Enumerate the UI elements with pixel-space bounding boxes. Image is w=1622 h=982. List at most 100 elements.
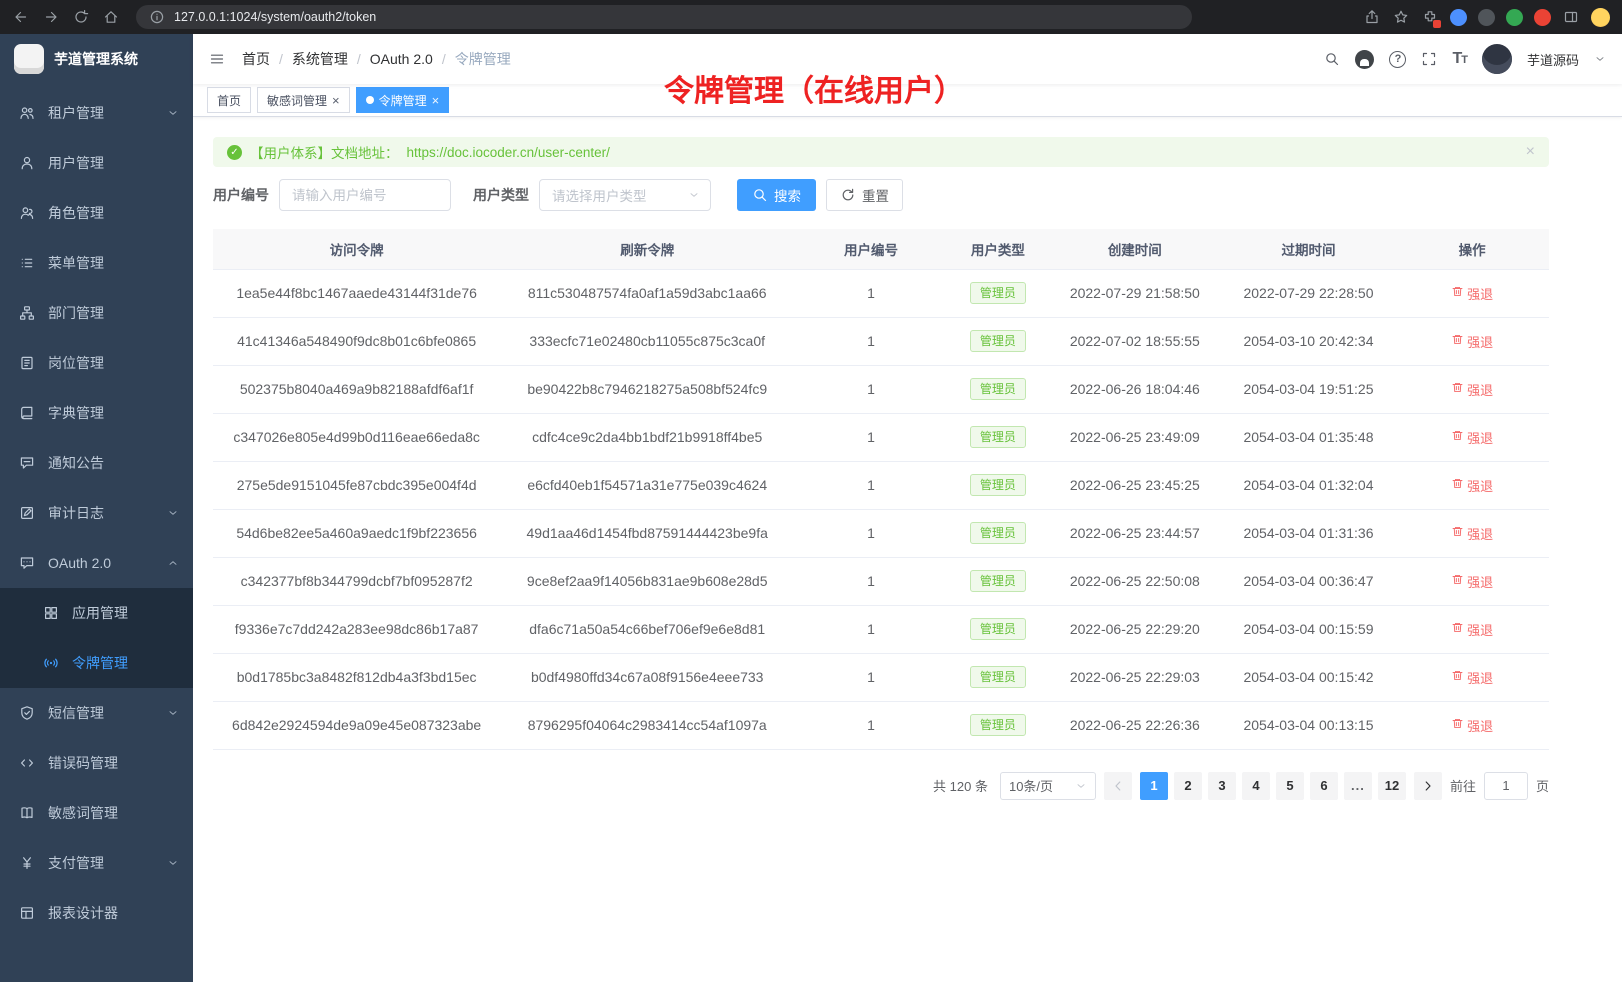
search-icon[interactable] — [1324, 51, 1340, 67]
sidebar-item-dept[interactable]: 部门管理 — [0, 288, 193, 338]
sidebar-item-oauth2-application[interactable]: 应用管理 — [0, 588, 193, 638]
force-logout-button[interactable]: 强退 — [1451, 620, 1493, 639]
user-id-cell: 1 — [794, 701, 948, 749]
github-icon[interactable] — [1355, 50, 1374, 69]
trash-icon — [1451, 669, 1464, 685]
app-logo-row[interactable]: 芋道管理系统 — [0, 34, 193, 84]
sidebar-item-oauth2[interactable]: OAuth 2.0 — [0, 538, 193, 588]
sidebar-item-dict[interactable]: 字典管理 — [0, 388, 193, 438]
user-id-input[interactable] — [279, 179, 451, 211]
extension-red-icon[interactable] — [1534, 9, 1551, 26]
extension-badge-icon[interactable] — [1421, 8, 1439, 26]
font-size-icon[interactable]: TT — [1452, 50, 1467, 68]
sidebar-item-role[interactable]: 角色管理 — [0, 188, 193, 238]
prev-page-button[interactable] — [1104, 772, 1132, 800]
force-logout-button[interactable]: 强退 — [1451, 572, 1493, 591]
bookmark-star-icon[interactable] — [1392, 8, 1410, 26]
force-logout-button[interactable]: 强退 — [1451, 716, 1493, 735]
breadcrumb-item[interactable]: OAuth 2.0 — [370, 51, 433, 67]
pagination-more-icon[interactable]: ... — [1344, 772, 1372, 800]
extension-green-icon[interactable] — [1506, 9, 1523, 26]
sidebar-item-sms[interactable]: 短信管理 — [0, 688, 193, 738]
breadcrumb-item[interactable]: 首页 — [242, 49, 270, 69]
address-bar[interactable]: 127.0.0.1:1024/system/oauth2/token — [136, 5, 1192, 29]
extension-dark-icon[interactable] — [1478, 9, 1495, 26]
pagination-page-2[interactable]: 2 — [1174, 772, 1202, 800]
browser-forward-icon[interactable] — [42, 8, 60, 26]
tab-home[interactable]: 首页 — [207, 87, 251, 113]
browser-back-icon[interactable] — [12, 8, 30, 26]
force-logout-button[interactable]: 强退 — [1451, 332, 1493, 351]
force-logout-button[interactable]: 强退 — [1451, 524, 1493, 543]
column-header: 用户类型 — [948, 229, 1048, 269]
browser-chrome: 127.0.0.1:1024/system/oauth2/token — [0, 0, 1622, 34]
force-logout-button[interactable]: 强退 — [1451, 476, 1493, 495]
next-page-button[interactable] — [1414, 772, 1442, 800]
doc-link[interactable]: https://doc.iocoder.cn/user-center/ — [407, 145, 610, 160]
search-button[interactable]: 搜索 — [737, 179, 816, 211]
pagination-page-5[interactable]: 5 — [1276, 772, 1304, 800]
alert-close-icon[interactable]: × — [1526, 144, 1535, 160]
user-type-cell: 管理员 — [948, 317, 1048, 365]
app-icon — [43, 605, 59, 621]
user-avatar[interactable] — [1482, 44, 1512, 74]
pagination-page-12[interactable]: 12 — [1378, 772, 1406, 800]
alert-text: 【用户体系】文档地址： — [250, 142, 399, 162]
tab-oauth2-token[interactable]: 令牌管理× — [356, 87, 450, 113]
browser-reload-icon[interactable] — [72, 8, 90, 26]
sidebar-item-notice[interactable]: 通知公告 — [0, 438, 193, 488]
sidebar-item-post[interactable]: 岗位管理 — [0, 338, 193, 388]
page-content: ✓ 【用户体系】文档地址： https://doc.iocoder.cn/use… — [193, 117, 1622, 982]
sidebar-item-sensitive-word[interactable]: 敏感词管理 — [0, 788, 193, 838]
help-icon[interactable]: ? — [1389, 51, 1406, 68]
sidebar-item-oauth2-token[interactable]: 令牌管理 — [0, 638, 193, 688]
access-token-cell: 502375b8040a469a9b82188afdf6af1f — [213, 365, 500, 413]
collapse-sidebar-icon[interactable] — [209, 51, 225, 67]
page-size-select[interactable]: 10条/页 — [1000, 772, 1096, 800]
browser-profile-avatar[interactable] — [1591, 8, 1610, 27]
force-logout-button[interactable]: 强退 — [1451, 668, 1493, 687]
user-type-cell: 管理员 — [948, 605, 1048, 653]
force-logout-button[interactable]: 强退 — [1451, 428, 1493, 447]
user-type-cell: 管理员 — [948, 557, 1048, 605]
goto-page-input[interactable] — [1484, 772, 1528, 800]
created-time-cell: 2022-06-25 22:50:08 — [1048, 557, 1222, 605]
sidebar-item-menu[interactable]: 菜单管理 — [0, 238, 193, 288]
sidebar-item-error-code[interactable]: 错误码管理 — [0, 738, 193, 788]
column-header: 刷新令牌 — [500, 229, 794, 269]
pagination-page-3[interactable]: 3 — [1208, 772, 1236, 800]
user-type-badge: 管理员 — [970, 522, 1026, 545]
pagination-page-4[interactable]: 4 — [1242, 772, 1270, 800]
sidebar-item-pay[interactable]: 支付管理 — [0, 838, 193, 888]
user-name[interactable]: 芋道源码 — [1527, 50, 1579, 69]
expire-time-cell: 2054-03-04 00:15:42 — [1222, 653, 1396, 701]
pagination-page-6[interactable]: 6 — [1310, 772, 1338, 800]
created-time-cell: 2022-07-29 21:58:50 — [1048, 269, 1222, 317]
access-token-cell: c342377bf8b344799dcbf7bf095287f2 — [213, 557, 500, 605]
tab-sensitive-word[interactable]: 敏感词管理× — [257, 87, 350, 113]
browser-toolbar-right — [1363, 8, 1610, 27]
magnifier-icon — [752, 187, 768, 203]
sidebar-item-tenant[interactable]: 租户管理 — [0, 88, 193, 138]
breadcrumb-item[interactable]: 系统管理 — [292, 49, 348, 69]
user-type-select[interactable]: 请选择用户类型 — [539, 179, 711, 211]
sidebar-item-user[interactable]: 用户管理 — [0, 138, 193, 188]
tab-close-icon[interactable]: × — [332, 94, 340, 107]
force-logout-button[interactable]: 强退 — [1451, 284, 1493, 303]
tab-close-icon[interactable]: × — [432, 94, 440, 107]
sidebar-item-audit-log[interactable]: 审计日志 — [0, 488, 193, 538]
extension-blue-icon[interactable] — [1450, 9, 1467, 26]
user-menu-caret-icon[interactable] — [1594, 53, 1606, 65]
reset-button[interactable]: 重置 — [826, 179, 903, 211]
sidebar-item-report-designer[interactable]: 报表设计器 — [0, 888, 193, 938]
share-icon[interactable] — [1363, 8, 1381, 26]
side-panel-icon[interactable] — [1562, 8, 1580, 26]
user-id-cell: 1 — [794, 365, 948, 413]
pagination-page-1[interactable]: 1 — [1140, 772, 1168, 800]
browser-home-icon[interactable] — [102, 8, 120, 26]
site-info-icon[interactable] — [148, 8, 166, 26]
fullscreen-icon[interactable] — [1421, 51, 1437, 67]
tenant-icon — [19, 105, 35, 121]
force-logout-button[interactable]: 强退 — [1451, 380, 1493, 399]
sidebar-item-label: 岗位管理 — [48, 353, 179, 373]
